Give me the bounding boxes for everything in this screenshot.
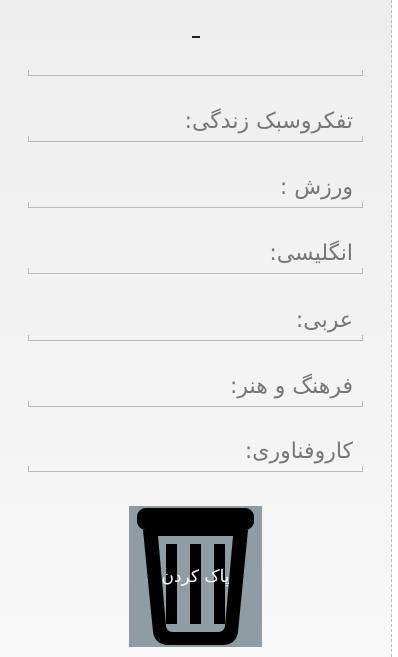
field-english[interactable]: انگلیسی:: [28, 230, 363, 274]
field-underline: [28, 401, 363, 407]
field-label: کاروفناوری:: [244, 439, 353, 464]
field-underline: [28, 335, 363, 341]
field-arabic[interactable]: عربی:: [28, 297, 363, 341]
field-label: عربی:: [295, 308, 353, 333]
field-underline: [28, 136, 363, 142]
right-edge: [392, 0, 398, 657]
field-culture-art[interactable]: فرهنگ و هنر:: [28, 363, 363, 407]
field-underline: [28, 268, 363, 274]
field-label: انگلیسی:: [269, 241, 353, 266]
field-partial-top[interactable]: [28, 32, 363, 76]
field-sport[interactable]: ورزش :: [28, 164, 363, 208]
field-life-style[interactable]: تفکروسبک زندگی:: [28, 98, 363, 142]
field-underline: [28, 70, 363, 76]
form-panel: تفکروسبک زندگی: ورزش : انگلیسی: عربی: فر…: [0, 0, 392, 657]
clear-button[interactable]: پاک کردن: [129, 506, 262, 647]
field-work-technology[interactable]: کاروفناوری:: [28, 428, 363, 472]
field-underline: [28, 466, 363, 472]
field-label: فرهنگ و هنر:: [230, 374, 353, 399]
clear-button-label: پاک کردن: [161, 567, 230, 587]
field-underline: [28, 202, 363, 208]
field-label: ورزش :: [279, 175, 353, 200]
field-label: تفکروسبک زندگی:: [184, 109, 353, 134]
